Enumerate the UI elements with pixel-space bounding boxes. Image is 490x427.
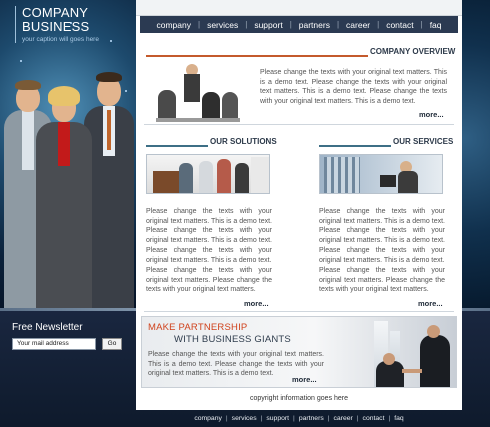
solutions-text-2: Please change the texts with your origin… — [146, 267, 272, 294]
logo-line2: BUSINESS — [22, 19, 90, 34]
overview-text: Please change the texts with your origin… — [260, 69, 447, 106]
services-title-line — [319, 145, 391, 147]
top-strip — [136, 0, 462, 16]
overview-more-link[interactable]: more... — [419, 110, 444, 119]
nav-separator: | — [336, 20, 340, 29]
right-background — [462, 0, 490, 308]
partnership-heading-1: MAKE PARTNERSHIP — [148, 322, 248, 333]
newsletter-go-button[interactable]: Go — [102, 338, 122, 350]
nav-career[interactable]: career — [344, 20, 372, 30]
overview-photo — [152, 62, 244, 130]
overview-title-line — [146, 55, 368, 57]
solutions-title-line — [146, 145, 208, 147]
main-nav: company | services | support | partners … — [140, 16, 458, 33]
solutions-photo — [146, 154, 270, 194]
footer-separator: | — [327, 414, 330, 422]
nav-separator: | — [197, 20, 201, 29]
section-divider — [144, 124, 454, 125]
footer-link-support[interactable]: support — [266, 415, 289, 422]
footer-separator: | — [225, 414, 228, 422]
nav-partners[interactable]: partners — [297, 20, 332, 30]
footer-link-company[interactable]: company — [194, 415, 222, 422]
newsletter-title: Free Newsletter — [12, 322, 83, 333]
nav-separator: | — [377, 20, 380, 29]
services-text-1: Please change the texts with your origin… — [319, 208, 445, 264]
nav-company[interactable]: company — [154, 20, 193, 30]
newsletter-email-field[interactable]: Your mail address — [12, 338, 96, 350]
footer-nav: company | services | support | partners … — [136, 412, 462, 424]
solutions-title: OUR SOLUTIONS — [210, 137, 277, 146]
main-content: company | services | support | partners … — [136, 0, 462, 410]
partnership-more-link[interactable]: more... — [292, 375, 317, 384]
nav-separator: | — [420, 20, 423, 29]
nav-separator: | — [245, 20, 248, 29]
footer-link-faq[interactable]: faq — [394, 415, 403, 422]
logo-line1: COMPANY — [22, 5, 89, 20]
services-more-link[interactable]: more... — [418, 299, 443, 308]
footer-link-contact[interactable]: contact — [363, 415, 385, 422]
footer-separator: | — [260, 414, 263, 422]
section-divider — [144, 311, 454, 312]
solutions-text-1: Please change the texts with your origin… — [146, 208, 272, 264]
solutions-more-link[interactable]: more... — [244, 299, 269, 308]
footer-separator: | — [388, 414, 391, 422]
nav-separator: | — [289, 20, 292, 29]
nav-contact[interactable]: contact — [384, 20, 415, 30]
services-title: OUR SERVICES — [393, 137, 454, 146]
overview-title: COMPANY OVERVIEW — [370, 47, 456, 56]
logo-caption: your caption will goes here — [22, 36, 99, 43]
footer-link-career[interactable]: career — [334, 415, 353, 422]
handshake-image — [356, 317, 456, 387]
copyright: copyright information goes here — [249, 395, 349, 402]
footer-link-services[interactable]: services — [232, 415, 257, 422]
footer-separator: | — [293, 414, 295, 422]
services-text-2: Please change the texts with your origin… — [319, 267, 445, 294]
nav-faq[interactable]: faq — [428, 20, 444, 30]
partnership-heading-2: WITH BUSINESS GIANTS — [174, 334, 291, 345]
partnership-banner: MAKE PARTNERSHIP WITH BUSINESS GIANTS Pl… — [141, 316, 457, 388]
footer-link-partners[interactable]: partners — [299, 415, 324, 422]
logo[interactable]: COMPANY BUSINESS your caption will goes … — [15, 6, 99, 43]
nav-services[interactable]: services — [205, 20, 240, 30]
nav-support[interactable]: support — [252, 20, 284, 30]
footer-separator: | — [356, 414, 359, 422]
services-photo — [319, 154, 443, 194]
